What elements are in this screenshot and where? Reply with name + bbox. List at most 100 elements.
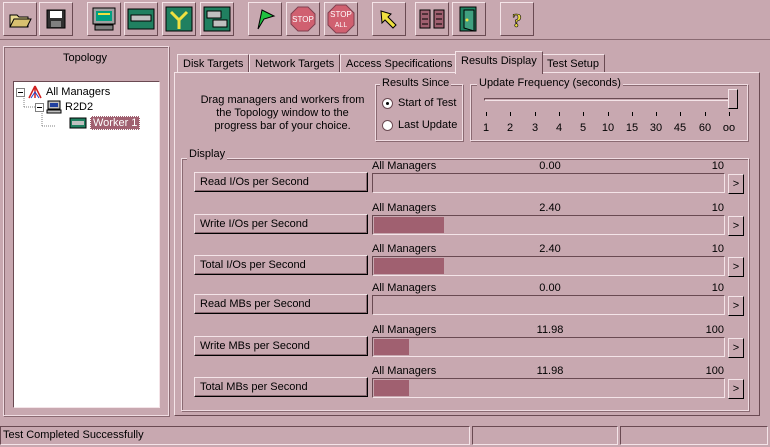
radio-dot[interactable] <box>382 97 393 109</box>
slider-tick <box>535 112 536 116</box>
display-icon <box>92 7 116 31</box>
stop-icon: STOP <box>290 6 316 32</box>
metric-button[interactable]: Read I/Os per Second <box>194 172 368 192</box>
start-button[interactable] <box>248 2 282 36</box>
progress-fill <box>374 380 409 396</box>
row-max: 10 <box>711 160 724 172</box>
row-value: 2.40 <box>539 243 561 255</box>
metric-button[interactable]: Write MBs per Second <box>194 336 368 356</box>
save-icon <box>46 9 66 29</box>
open-icon <box>9 14 32 28</box>
stop-all-button[interactable]: STOP ALL <box>324 2 358 36</box>
stop-button[interactable]: STOP <box>286 2 320 36</box>
radio-label-start-of-test: Start of Test <box>398 97 457 109</box>
row-max: 10 <box>711 282 724 294</box>
row-arrow-button[interactable]: > <box>728 338 744 358</box>
display-button[interactable] <box>87 2 121 36</box>
slider-tick <box>729 112 730 116</box>
radio-last-update[interactable]: Last Update <box>382 119 457 131</box>
row-source-label: All Managers <box>372 365 437 377</box>
disconnect-button[interactable] <box>415 2 449 36</box>
progress-bar[interactable] <box>372 173 725 193</box>
reset-button[interactable] <box>372 2 406 36</box>
slider-tick-label: 60 <box>698 122 712 134</box>
row-arrow-button[interactable]: > <box>728 296 744 316</box>
row-value: 11.98 <box>536 365 564 377</box>
tree-item-all-managers[interactable]: All Managers <box>16 85 110 99</box>
metric-button[interactable]: Read MBs per Second <box>194 294 368 314</box>
progress-bar[interactable] <box>372 295 725 315</box>
row-max: 10 <box>711 243 724 255</box>
results-since-group <box>375 84 463 141</box>
tree-item-worker[interactable]: Worker 1 <box>69 116 141 130</box>
slider-tick-label: 3 <box>531 122 539 134</box>
slider-tick-label: 45 <box>673 122 687 134</box>
computer-icon <box>46 100 62 114</box>
radio-dot[interactable] <box>382 119 393 131</box>
svg-text:STOP: STOP <box>292 15 314 24</box>
instructions-text: Drag managers and workers from the Topol… <box>200 94 365 132</box>
row-source-label: All Managers <box>372 324 437 336</box>
network-worker-button[interactable] <box>162 2 196 36</box>
duplicate-worker-button[interactable] <box>200 2 234 36</box>
row-value: 0.00 <box>539 160 561 172</box>
status-panel-2 <box>472 426 618 445</box>
row-arrow-button[interactable]: > <box>728 174 744 194</box>
svg-text:ALL: ALL <box>335 22 348 29</box>
slider-tick <box>510 112 511 116</box>
tab-access-specifications[interactable]: Access Specifications <box>340 54 459 73</box>
progress-bar[interactable] <box>372 256 725 276</box>
row-source-label: All Managers <box>372 202 437 214</box>
tree-label-manager: R2D2 <box>65 101 94 113</box>
display-group <box>181 158 749 411</box>
row-arrow-button[interactable]: > <box>728 257 744 277</box>
progress-bar[interactable] <box>372 215 725 235</box>
open-button[interactable] <box>3 2 37 36</box>
row-value: 2.40 <box>539 202 561 214</box>
disk-worker-button[interactable] <box>124 2 158 36</box>
tab-disk-targets[interactable]: Disk Targets <box>177 54 250 73</box>
radio-start-of-test[interactable]: Start of Test <box>382 97 457 109</box>
tab-results-display[interactable]: Results Display <box>455 51 543 74</box>
progress-bar[interactable] <box>372 378 725 398</box>
progress-bar[interactable] <box>372 337 725 357</box>
stop-all-icon: STOP ALL <box>327 4 355 34</box>
row-arrow-button[interactable]: > <box>728 379 744 399</box>
collapse-icon[interactable] <box>16 87 25 97</box>
svg-text:STOP: STOP <box>330 10 352 19</box>
exit-button[interactable] <box>452 2 486 36</box>
row-source-label: All Managers <box>372 160 437 172</box>
row-arrow-button[interactable]: > <box>728 216 744 236</box>
row-max: 100 <box>705 365 724 377</box>
slider-tick-label: 4 <box>555 122 563 134</box>
slider-tick <box>583 112 584 116</box>
tab-network-targets[interactable]: Network Targets <box>249 54 341 73</box>
update-frequency-slider-track[interactable] <box>484 98 736 101</box>
metric-button[interactable]: Write I/Os per Second <box>194 214 368 234</box>
metric-button[interactable]: Total MBs per Second <box>194 377 368 397</box>
start-flag-icon <box>257 9 276 30</box>
collapse-icon[interactable] <box>35 102 44 112</box>
slider-tick-label: 15 <box>625 122 639 134</box>
exit-door-icon <box>459 6 477 32</box>
help-button[interactable]: ? <box>500 2 534 36</box>
tab-test-setup[interactable]: Test Setup <box>541 54 605 73</box>
save-button[interactable] <box>39 2 73 36</box>
svg-text:?: ? <box>512 10 522 32</box>
update-frequency-slider-thumb[interactable] <box>728 89 738 109</box>
row-value: 11.98 <box>536 324 564 336</box>
topology-tree[interactable]: All Managers R2D2 Worker 1 <box>13 81 160 408</box>
metric-button[interactable]: Total I/Os per Second <box>194 255 368 275</box>
disconnect-icon <box>419 9 445 29</box>
slider-tick-label: 30 <box>649 122 663 134</box>
row-source-label: All Managers <box>372 282 437 294</box>
tree-label-worker: Worker 1 <box>90 116 141 130</box>
slider-tick-label: 10 <box>601 122 615 134</box>
worker-icon <box>69 117 87 129</box>
slider-tick <box>705 112 706 116</box>
tree-item-manager[interactable]: R2D2 <box>35 100 93 114</box>
row-source-label: All Managers <box>372 243 437 255</box>
slider-tick-label: 1 <box>482 122 490 134</box>
slider-tick <box>632 112 633 116</box>
row-max: 10 <box>711 202 724 214</box>
